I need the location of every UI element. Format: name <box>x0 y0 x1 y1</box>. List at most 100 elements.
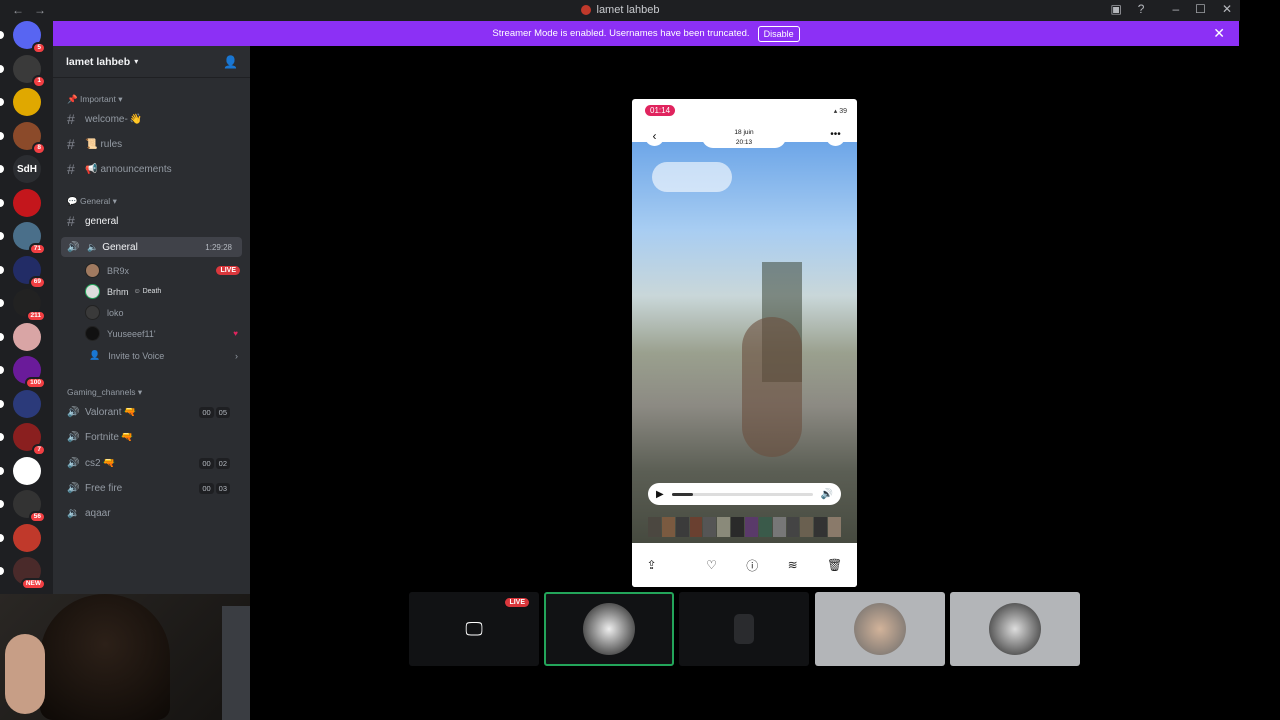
add-member-icon[interactable]: 👤 <box>223 55 238 69</box>
megaphone-icon: 📢 <box>85 163 98 175</box>
progress-fill <box>671 492 693 496</box>
thumbnail <box>717 517 731 537</box>
adjust-icon: ≋ <box>787 558 798 572</box>
server-icon[interactable] <box>13 188 41 217</box>
server-icon[interactable] <box>13 456 41 485</box>
streamer-mode-banner: Streamer Mode is enabled. Usernames have… <box>53 21 1239 46</box>
speaker-icon: 🔊 <box>67 406 80 418</box>
channel-aqaar[interactable]: 🔉 aqaar <box>61 503 242 523</box>
participant-tile[interactable] <box>950 592 1080 666</box>
voice-user-name: Yuuseeef11' <box>107 328 156 339</box>
thumbnail <box>648 517 661 537</box>
server-icon[interactable]: 71 <box>13 222 46 255</box>
channel-label: aqaar <box>85 507 111 519</box>
unread-pip <box>0 332 4 341</box>
heart-icon: ♥ <box>233 329 238 338</box>
play-icon: ▶ <box>656 488 664 500</box>
server-icon[interactable]: 211 <box>13 289 46 322</box>
thumbnail <box>689 517 703 537</box>
user-count: 00 03 <box>199 482 230 494</box>
server-icon[interactable]: 100 <box>13 356 46 389</box>
unread-pip <box>0 265 4 274</box>
server-name: lamet lahbeb <box>66 55 131 68</box>
thumbnail <box>814 517 828 537</box>
channel-fortnite[interactable]: 🔊 Fortnite 🔫 <box>61 427 242 447</box>
status-label: Death <box>142 288 162 295</box>
participant-tile-speaking[interactable] <box>544 592 674 666</box>
voice-user[interactable]: BR9x LIVE <box>85 261 242 280</box>
server-icon[interactable]: 8 <box>13 121 46 155</box>
server-label: SdH <box>17 163 37 175</box>
info-icon: ⓘ <box>746 558 759 573</box>
channel-announcements[interactable]: # 📢 announcements <box>61 159 242 179</box>
participant-tile[interactable] <box>679 592 809 666</box>
hash-icon: # <box>67 136 75 152</box>
server-icon[interactable]: NEW <box>13 557 46 590</box>
mention-badge: 7 <box>32 443 46 456</box>
server-icon[interactable] <box>13 389 41 418</box>
category-general[interactable]: 💬 General ▾ <box>67 196 117 207</box>
server-icon[interactable]: 56 <box>13 490 46 523</box>
voice-user[interactable]: Brhm ☺ Death <box>85 282 242 301</box>
phone-screen: 01:14 ▴ 39 ‹ 18 juin 20:13 ••• ▶ 🔊 ⇪ ♡ ⓘ… <box>632 99 857 587</box>
minimize-icon[interactable]: – <box>1172 2 1179 16</box>
date-pill: 18 juin 20:13 <box>702 126 786 148</box>
mention-badge: 211 <box>25 309 46 322</box>
thumbnail <box>675 517 689 537</box>
channel-rules[interactable]: # 📜 rules <box>61 134 242 154</box>
server-icon[interactable]: 5 <box>13 21 46 54</box>
category-gaming[interactable]: Gaming_channels ▾ <box>67 387 142 398</box>
mention-badge: 56 <box>28 510 46 523</box>
unread-pip <box>0 567 4 575</box>
unread-pip <box>0 533 4 542</box>
channel-general-text[interactable]: # general <box>61 211 242 231</box>
server-icon[interactable] <box>13 322 41 351</box>
speaker-icon: 🔊 <box>67 482 80 494</box>
title-bar: ← → lamet lahbeb ▣ ? – ☐ ✕ <box>0 0 1240 21</box>
channel-valorant[interactable]: 🔊 Valorant 🔫 00 05 <box>61 402 242 422</box>
close-banner-icon[interactable]: ✕ <box>1213 25 1225 42</box>
category-label: Important <box>79 94 116 104</box>
server-icon[interactable]: 69 <box>13 255 46 289</box>
user-count: 00 05 <box>199 406 230 418</box>
voice-user[interactable]: loko <box>85 303 242 322</box>
disable-streamer-button[interactable]: Disable <box>757 25 800 42</box>
screen-share-icon: 🖵 <box>465 618 483 639</box>
add-user-icon: 👤 <box>89 350 101 360</box>
count-current: 00 <box>199 457 214 469</box>
webcam-overlay <box>0 594 250 720</box>
thumbnail <box>800 517 814 537</box>
participant-tile-screen[interactable]: 🖵 LIVE <box>409 592 539 666</box>
server-icon[interactable]: 1 <box>13 54 46 88</box>
maximize-icon[interactable]: ☐ <box>1195 2 1206 16</box>
server-icon[interactable]: SdH <box>13 155 41 183</box>
voice-user-name: Brhm <box>107 286 129 297</box>
scroll-icon: 📜 <box>85 138 98 150</box>
battery-level: 39 <box>839 108 847 115</box>
channel-general-voice[interactable]: 🔊 🔈 General 1:29:28 <box>61 237 242 257</box>
participant-tile[interactable] <box>815 592 945 666</box>
help-icon[interactable]: ? <box>1138 2 1145 16</box>
server-icon[interactable] <box>13 523 41 552</box>
server-icon[interactable] <box>13 88 41 116</box>
inbox-icon[interactable]: ▣ <box>1110 2 1121 16</box>
channel-freefire[interactable]: 🔊 Free fire 00 03 <box>61 478 242 498</box>
channel-welcome[interactable]: # welcome- 👋 <box>61 109 242 129</box>
invite-to-voice[interactable]: 👤 Invite to Voice › <box>89 346 246 365</box>
speaker-icon: 🔈 <box>87 241 99 252</box>
count-limit: 02 <box>215 457 230 469</box>
mention-badge: 71 <box>28 242 46 255</box>
server-icon[interactable]: 7 <box>13 423 46 456</box>
streamer-hand <box>5 634 45 714</box>
voice-user[interactable]: Yuuseeef11' ♥ <box>85 324 242 343</box>
avatar <box>734 614 754 644</box>
thumbnail <box>745 517 758 537</box>
server-header[interactable]: lamet lahbeb ▾ 👤 <box>53 46 250 78</box>
phone-status-icons: ▴ 39 <box>833 108 847 115</box>
channel-cs2[interactable]: 🔊 cs2 🔫 00 02 <box>61 453 242 473</box>
unread-pip <box>0 165 4 173</box>
unread-pip <box>0 466 4 475</box>
close-window-icon[interactable]: ✕ <box>1222 2 1232 16</box>
category-important[interactable]: 📌 Important ▾ <box>67 94 123 105</box>
channel-label: rules <box>100 138 123 150</box>
